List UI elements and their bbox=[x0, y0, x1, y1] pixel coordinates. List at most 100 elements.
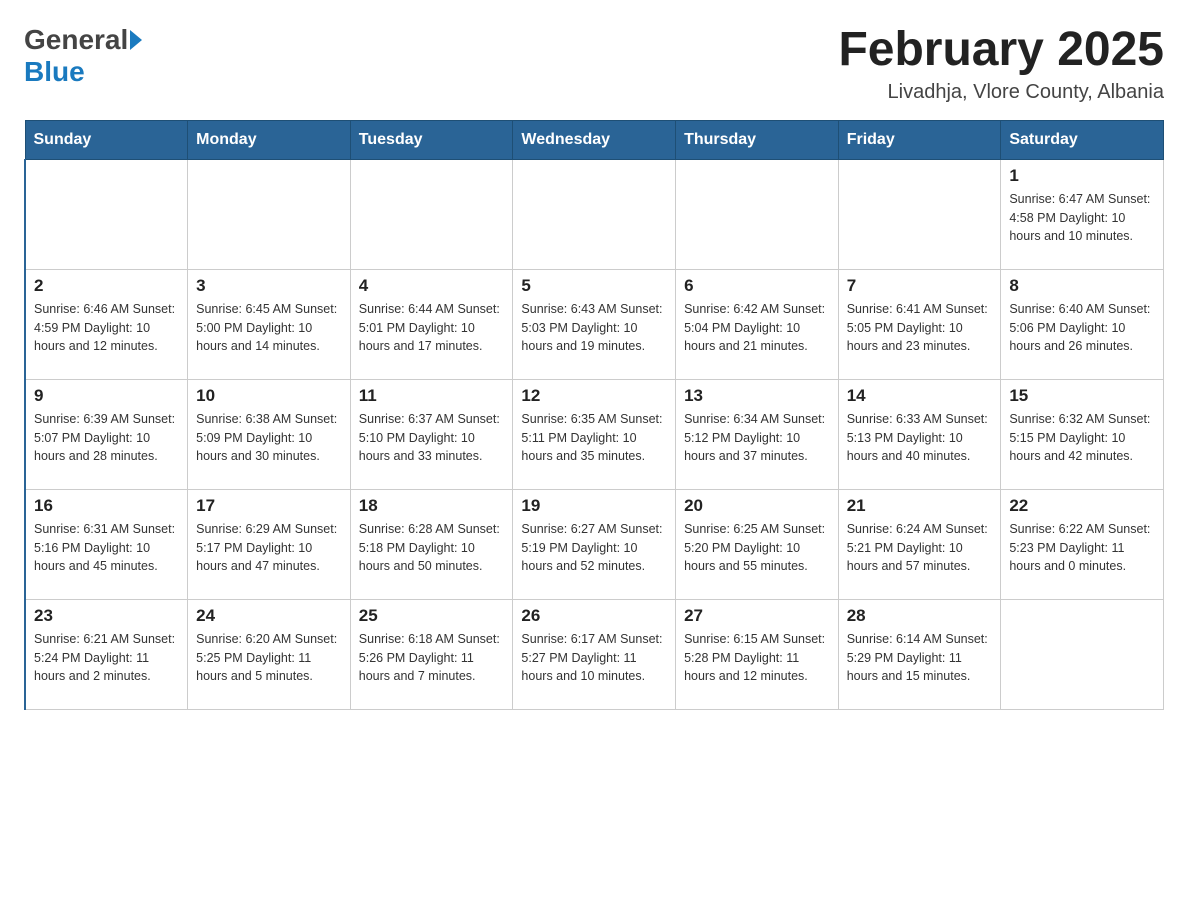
day-number: 15 bbox=[1009, 386, 1155, 406]
day-info: Sunrise: 6:33 AM Sunset: 5:13 PM Dayligh… bbox=[847, 410, 993, 466]
calendar-cell: 3 Sunrise: 6:45 AM Sunset: 5:00 PM Daylig… bbox=[188, 269, 351, 379]
calendar-cell: 12Sunrise: 6:35 AM Sunset: 5:11 PM Dayli… bbox=[513, 379, 676, 489]
day-number: 20 bbox=[684, 496, 830, 516]
calendar-cell: 28Sunrise: 6:14 AM Sunset: 5:29 PM Dayli… bbox=[838, 599, 1001, 709]
calendar-week-4: 16Sunrise: 6:31 AM Sunset: 5:16 PM Dayli… bbox=[25, 489, 1164, 599]
calendar-cell: 7Sunrise: 6:41 AM Sunset: 5:05 PM Daylig… bbox=[838, 269, 1001, 379]
calendar-cell bbox=[838, 159, 1001, 269]
day-info: Sunrise: 6:15 AM Sunset: 5:28 PM Dayligh… bbox=[684, 630, 830, 686]
day-info: Sunrise: 6:38 AM Sunset: 5:09 PM Dayligh… bbox=[196, 410, 342, 466]
day-info: Sunrise: 6:22 AM Sunset: 5:23 PM Dayligh… bbox=[1009, 520, 1155, 576]
calendar-cell: 20 Sunrise: 6:25 AM Sunset: 5:20 PM Dayli… bbox=[676, 489, 839, 599]
day-info: Sunrise: 6:43 AM Sunset: 5:03 PM Dayligh… bbox=[521, 300, 667, 356]
calendar-cell: 17 Sunrise: 6:29 AM Sunset: 5:17 PM Dayli… bbox=[188, 489, 351, 599]
day-number: 25 bbox=[359, 606, 505, 626]
calendar-week-1: 1 Sunrise: 6:47 AM Sunset: 4:58 PM Daylig… bbox=[25, 159, 1164, 269]
calendar-cell: 19 Sunrise: 6:27 AM Sunset: 5:19 PM Dayli… bbox=[513, 489, 676, 599]
day-info: Sunrise: 6:17 AM Sunset: 5:27 PM Dayligh… bbox=[521, 630, 667, 686]
weekday-header-saturday: Saturday bbox=[1001, 120, 1164, 159]
calendar-week-3: 9Sunrise: 6:39 AM Sunset: 5:07 PM Daylig… bbox=[25, 379, 1164, 489]
calendar-cell: 18 Sunrise: 6:28 AM Sunset: 5:18 PM Dayli… bbox=[350, 489, 513, 599]
day-info: Sunrise: 6:28 AM Sunset: 5:18 PM Dayligh… bbox=[359, 520, 505, 576]
day-info: Sunrise: 6:45 AM Sunset: 5:00 PM Dayligh… bbox=[196, 300, 342, 356]
day-number: 12 bbox=[521, 386, 667, 406]
day-number: 18 bbox=[359, 496, 505, 516]
day-number: 5 bbox=[521, 276, 667, 296]
calendar-cell bbox=[25, 159, 188, 269]
page-header: General Blue February 2025 Livadhja, Vlo… bbox=[24, 24, 1164, 104]
day-number: 24 bbox=[196, 606, 342, 626]
calendar-cell bbox=[1001, 599, 1164, 709]
day-number: 27 bbox=[684, 606, 830, 626]
calendar-week-2: 2 Sunrise: 6:46 AM Sunset: 4:59 PM Daylig… bbox=[25, 269, 1164, 379]
day-info: Sunrise: 6:29 AM Sunset: 5:17 PM Dayligh… bbox=[196, 520, 342, 576]
day-number: 23 bbox=[34, 606, 179, 626]
calendar-week-5: 23 Sunrise: 6:21 AM Sunset: 5:24 PM Dayli… bbox=[25, 599, 1164, 709]
calendar-cell bbox=[350, 159, 513, 269]
day-info: Sunrise: 6:27 AM Sunset: 5:19 PM Dayligh… bbox=[521, 520, 667, 576]
weekday-header-friday: Friday bbox=[838, 120, 1001, 159]
day-number: 8 bbox=[1009, 276, 1155, 296]
day-number: 4 bbox=[359, 276, 505, 296]
day-info: Sunrise: 6:24 AM Sunset: 5:21 PM Dayligh… bbox=[847, 520, 993, 576]
day-number: 14 bbox=[847, 386, 993, 406]
logo-general-text: General bbox=[24, 24, 128, 56]
day-info: Sunrise: 6:14 AM Sunset: 5:29 PM Dayligh… bbox=[847, 630, 993, 686]
day-info: Sunrise: 6:47 AM Sunset: 4:58 PM Dayligh… bbox=[1009, 190, 1155, 246]
calendar-cell: 1 Sunrise: 6:47 AM Sunset: 4:58 PM Daylig… bbox=[1001, 159, 1164, 269]
calendar-cell: 4 Sunrise: 6:44 AM Sunset: 5:01 PM Daylig… bbox=[350, 269, 513, 379]
day-info: Sunrise: 6:31 AM Sunset: 5:16 PM Dayligh… bbox=[34, 520, 179, 576]
calendar-cell bbox=[188, 159, 351, 269]
calendar-cell: 21Sunrise: 6:24 AM Sunset: 5:21 PM Dayli… bbox=[838, 489, 1001, 599]
weekday-header-sunday: Sunday bbox=[25, 120, 188, 159]
calendar-cell: 9Sunrise: 6:39 AM Sunset: 5:07 PM Daylig… bbox=[25, 379, 188, 489]
location-title: Livadhja, Vlore County, Albania bbox=[838, 81, 1164, 104]
calendar-cell: 16Sunrise: 6:31 AM Sunset: 5:16 PM Dayli… bbox=[25, 489, 188, 599]
calendar-cell: 6Sunrise: 6:42 AM Sunset: 5:04 PM Daylig… bbox=[676, 269, 839, 379]
day-number: 9 bbox=[34, 386, 179, 406]
calendar-cell: 14 Sunrise: 6:33 AM Sunset: 5:13 PM Dayli… bbox=[838, 379, 1001, 489]
logo: General Blue bbox=[24, 24, 144, 88]
calendar-cell: 13Sunrise: 6:34 AM Sunset: 5:12 PM Dayli… bbox=[676, 379, 839, 489]
day-number: 11 bbox=[359, 386, 505, 406]
day-number: 19 bbox=[521, 496, 667, 516]
calendar-cell: 10 Sunrise: 6:38 AM Sunset: 5:09 PM Dayli… bbox=[188, 379, 351, 489]
calendar-cell: 5 Sunrise: 6:43 AM Sunset: 5:03 PM Daylig… bbox=[513, 269, 676, 379]
day-info: Sunrise: 6:40 AM Sunset: 5:06 PM Dayligh… bbox=[1009, 300, 1155, 356]
day-number: 13 bbox=[684, 386, 830, 406]
day-number: 26 bbox=[521, 606, 667, 626]
weekday-header-monday: Monday bbox=[188, 120, 351, 159]
day-info: Sunrise: 6:41 AM Sunset: 5:05 PM Dayligh… bbox=[847, 300, 993, 356]
calendar-cell: 11 Sunrise: 6:37 AM Sunset: 5:10 PM Dayli… bbox=[350, 379, 513, 489]
calendar-cell: 27 Sunrise: 6:15 AM Sunset: 5:28 PM Dayli… bbox=[676, 599, 839, 709]
day-info: Sunrise: 6:18 AM Sunset: 5:26 PM Dayligh… bbox=[359, 630, 505, 686]
day-info: Sunrise: 6:20 AM Sunset: 5:25 PM Dayligh… bbox=[196, 630, 342, 686]
day-info: Sunrise: 6:21 AM Sunset: 5:24 PM Dayligh… bbox=[34, 630, 179, 686]
month-title: February 2025 bbox=[838, 24, 1164, 77]
day-number: 3 bbox=[196, 276, 342, 296]
day-number: 22 bbox=[1009, 496, 1155, 516]
calendar-cell: 23 Sunrise: 6:21 AM Sunset: 5:24 PM Dayli… bbox=[25, 599, 188, 709]
day-number: 2 bbox=[34, 276, 179, 296]
calendar-cell: 8 Sunrise: 6:40 AM Sunset: 5:06 PM Daylig… bbox=[1001, 269, 1164, 379]
logo-blue-text: Blue bbox=[24, 56, 85, 87]
day-number: 1 bbox=[1009, 166, 1155, 186]
day-info: Sunrise: 6:37 AM Sunset: 5:10 PM Dayligh… bbox=[359, 410, 505, 466]
calendar-cell: 24 Sunrise: 6:20 AM Sunset: 5:25 PM Dayli… bbox=[188, 599, 351, 709]
calendar-table: SundayMondayTuesdayWednesdayThursdayFrid… bbox=[24, 120, 1164, 710]
weekday-header-wednesday: Wednesday bbox=[513, 120, 676, 159]
day-info: Sunrise: 6:46 AM Sunset: 4:59 PM Dayligh… bbox=[34, 300, 179, 356]
day-info: Sunrise: 6:25 AM Sunset: 5:20 PM Dayligh… bbox=[684, 520, 830, 576]
weekday-header-tuesday: Tuesday bbox=[350, 120, 513, 159]
logo-triangle-icon bbox=[130, 30, 142, 50]
day-number: 17 bbox=[196, 496, 342, 516]
weekday-header-row: SundayMondayTuesdayWednesdayThursdayFrid… bbox=[25, 120, 1164, 159]
calendar-cell: 22 Sunrise: 6:22 AM Sunset: 5:23 PM Dayli… bbox=[1001, 489, 1164, 599]
day-number: 10 bbox=[196, 386, 342, 406]
title-block: February 2025 Livadhja, Vlore County, Al… bbox=[838, 24, 1164, 104]
calendar-cell bbox=[676, 159, 839, 269]
calendar-body: 1 Sunrise: 6:47 AM Sunset: 4:58 PM Daylig… bbox=[25, 159, 1164, 709]
day-info: Sunrise: 6:32 AM Sunset: 5:15 PM Dayligh… bbox=[1009, 410, 1155, 466]
calendar-cell bbox=[513, 159, 676, 269]
day-info: Sunrise: 6:44 AM Sunset: 5:01 PM Dayligh… bbox=[359, 300, 505, 356]
